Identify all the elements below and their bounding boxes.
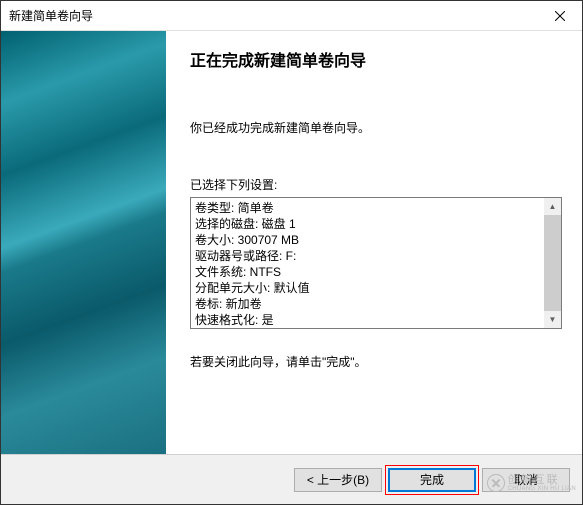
close-button[interactable]: [537, 1, 582, 31]
list-item: 卷标: 新加卷: [195, 296, 540, 312]
wizard-main: 正在完成新建简单卷向导 你已经成功完成新建简单卷向导。 已选择下列设置: 卷类型…: [166, 31, 582, 454]
wizard-sidebar-image: [1, 31, 166, 454]
list-item: 驱动器号或路径: F:: [195, 248, 540, 264]
finish-button[interactable]: 完成: [388, 468, 476, 492]
list-item: 文件系统: NTFS: [195, 264, 540, 280]
back-button[interactable]: < 上一步(B): [294, 468, 382, 492]
wizard-body: 正在完成新建简单卷向导 你已经成功完成新建简单卷向导。 已选择下列设置: 卷类型…: [1, 31, 582, 454]
titlebar: 新建简单卷向导: [1, 1, 582, 31]
list-item: 选择的磁盘: 磁盘 1: [195, 216, 540, 232]
list-item: 卷大小: 300707 MB: [195, 232, 540, 248]
window-title: 新建简单卷向导: [9, 7, 93, 24]
settings-listbox[interactable]: 卷类型: 简单卷 选择的磁盘: 磁盘 1 卷大小: 300707 MB 驱动器号…: [190, 197, 562, 329]
scrollbar[interactable]: ▲ ▼: [544, 198, 561, 328]
closing-text: 若要关闭此向导，请单击"完成"。: [190, 353, 562, 370]
close-icon: [555, 11, 565, 21]
scroll-thumb[interactable]: [544, 215, 561, 311]
scroll-up-icon[interactable]: ▲: [544, 198, 561, 215]
wizard-footer: < 上一步(B) 完成 取消 创新互联 CHUANG XIN HU LIAN: [1, 454, 582, 504]
scroll-down-icon[interactable]: ▼: [544, 311, 561, 328]
list-item: 分配单元大小: 默认值: [195, 280, 540, 296]
intro-text: 你已经成功完成新建简单卷向导。: [190, 119, 562, 136]
page-heading: 正在完成新建简单卷向导: [190, 47, 562, 71]
settings-content: 卷类型: 简单卷 选择的磁盘: 磁盘 1 卷大小: 300707 MB 驱动器号…: [191, 198, 544, 328]
cancel-button[interactable]: 取消: [482, 468, 570, 492]
list-item: 快速格式化: 是: [195, 312, 540, 328]
settings-label: 已选择下列设置:: [190, 176, 562, 193]
list-item: 卷类型: 简单卷: [195, 200, 540, 216]
